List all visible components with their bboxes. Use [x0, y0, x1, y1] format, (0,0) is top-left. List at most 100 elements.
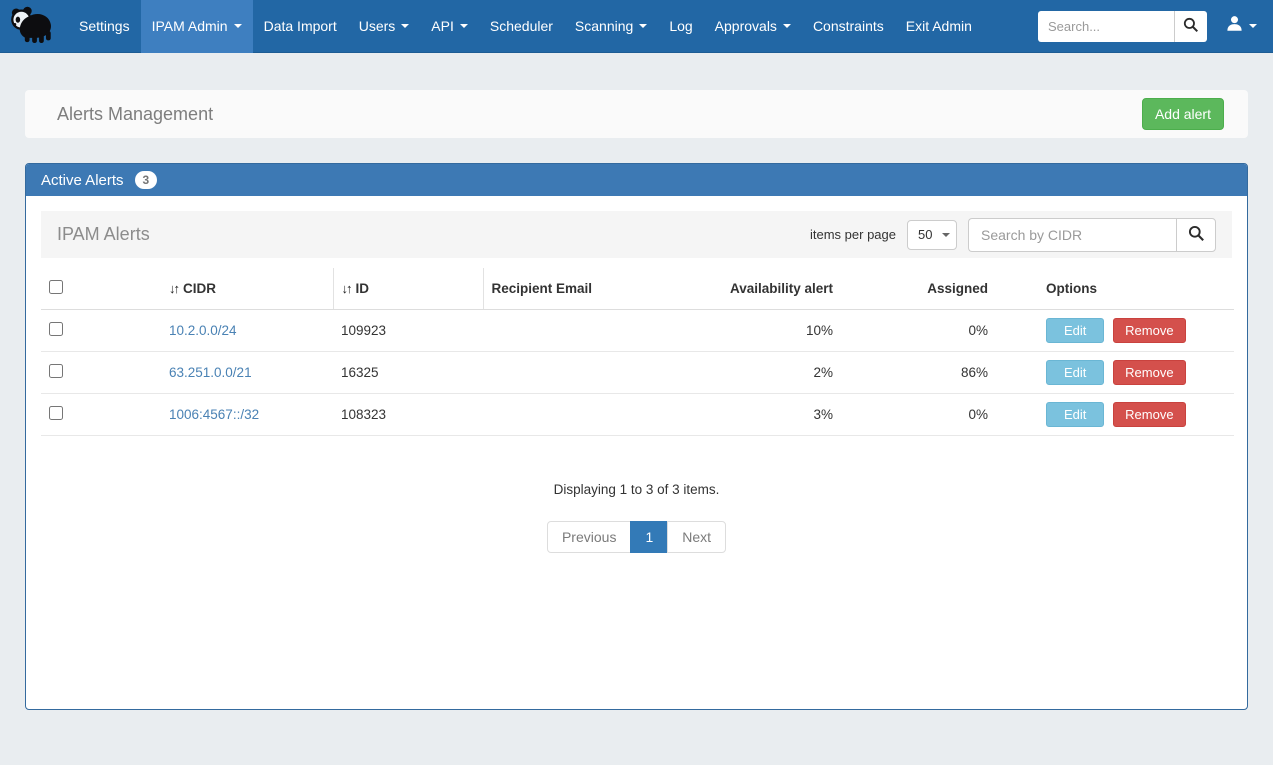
row-checkbox[interactable] — [49, 322, 63, 336]
alert-count-badge: 3 — [135, 171, 158, 189]
select-all-header — [41, 268, 161, 310]
user-icon — [1226, 15, 1243, 37]
cidr-search-button[interactable] — [1176, 218, 1216, 252]
items-per-page-select[interactable]: 50 — [907, 220, 957, 250]
col-options-header: Options — [996, 268, 1234, 310]
cidr-cell: 10.2.0.0/24 — [161, 310, 333, 352]
table-header-row: ↓↑CIDR ↓↑ID Recipient Email Availability… — [41, 268, 1234, 310]
cidr-link[interactable]: 63.251.0.0/21 — [169, 365, 252, 380]
remove-button[interactable]: Remove — [1113, 360, 1185, 385]
active-alerts-panel: Active Alerts 3 IPAM Alerts items per pa… — [25, 163, 1248, 710]
table-heading: IPAM Alerts — [57, 224, 150, 245]
panel-body: IPAM Alerts items per page 50 — [26, 196, 1247, 709]
options-cell: Edit Remove — [996, 310, 1234, 352]
items-per-page-label: items per page — [810, 227, 896, 242]
nav-item-data-import[interactable]: Data Import — [253, 0, 348, 53]
assigned-cell: 0% — [841, 394, 996, 436]
nav-item-ipam-admin[interactable]: IPAM Admin — [141, 0, 253, 53]
table-row: 63.251.0.0/21 16325 2% 86% Edit Remove — [41, 352, 1234, 394]
table-row: 1006:4567::/32 108323 3% 0% Edit Remove — [41, 394, 1234, 436]
options-cell: Edit Remove — [996, 352, 1234, 394]
table-toolbar: IPAM Alerts items per page 50 — [41, 211, 1232, 258]
navbar-right — [1038, 11, 1261, 42]
page-title: Alerts Management — [57, 104, 1142, 125]
caret-down-icon — [401, 24, 409, 28]
remove-button[interactable]: Remove — [1113, 402, 1185, 427]
search-icon — [1183, 17, 1199, 36]
panel-heading: Active Alerts 3 — [26, 164, 1247, 196]
edit-button[interactable]: Edit — [1046, 360, 1104, 385]
add-alert-button[interactable]: Add alert — [1142, 98, 1224, 130]
assigned-cell: 0% — [841, 310, 996, 352]
cidr-link[interactable]: 1006:4567::/32 — [169, 407, 259, 422]
results-summary: Displaying 1 to 3 of 3 items. — [41, 482, 1232, 497]
nav-item-users[interactable]: Users — [348, 0, 421, 53]
caret-down-icon — [234, 24, 242, 28]
alerts-table: ↓↑CIDR ↓↑ID Recipient Email Availability… — [41, 268, 1234, 436]
options-cell: Edit Remove — [996, 394, 1234, 436]
col-cidr-header[interactable]: ↓↑CIDR — [161, 268, 333, 310]
edit-button[interactable]: Edit — [1046, 402, 1104, 427]
col-assigned-header: Assigned — [841, 268, 996, 310]
panda-logo-icon — [6, 5, 54, 48]
row-checkbox[interactable] — [49, 406, 63, 420]
nav-item-approvals[interactable]: Approvals — [704, 0, 802, 53]
pagination-previous[interactable]: Previous — [547, 521, 631, 553]
main-menu: Settings IPAM Admin Data Import Users AP… — [68, 0, 983, 53]
recipient-email-cell — [483, 310, 693, 352]
nav-item-exit-admin[interactable]: Exit Admin — [895, 0, 983, 53]
assigned-cell: 86% — [841, 352, 996, 394]
availability-cell: 2% — [693, 352, 841, 394]
toolbar-controls: items per page 50 — [810, 218, 1216, 252]
select-all-checkbox[interactable] — [49, 280, 63, 294]
navbar-search-input[interactable] — [1038, 11, 1174, 42]
nav-item-settings[interactable]: Settings — [68, 0, 141, 53]
table-row: 10.2.0.0/24 109923 10% 0% Edit Remove — [41, 310, 1234, 352]
top-navbar: Settings IPAM Admin Data Import Users AP… — [0, 0, 1273, 53]
col-recipient-email-header: Recipient Email — [483, 268, 693, 310]
id-cell: 109923 — [333, 310, 483, 352]
id-cell: 108323 — [333, 394, 483, 436]
nav-item-scheduler[interactable]: Scheduler — [479, 0, 564, 53]
app-logo[interactable] — [6, 6, 56, 46]
nav-item-api[interactable]: API — [420, 0, 479, 53]
id-cell: 16325 — [333, 352, 483, 394]
col-availability-header: Availability alert — [693, 268, 841, 310]
navbar-search — [1038, 11, 1207, 42]
nav-item-scanning[interactable]: Scanning — [564, 0, 658, 53]
nav-item-log[interactable]: Log — [658, 0, 703, 53]
edit-button[interactable]: Edit — [1046, 318, 1104, 343]
cidr-search-group — [968, 218, 1216, 252]
availability-cell: 3% — [693, 394, 841, 436]
user-menu[interactable] — [1222, 15, 1261, 37]
caret-down-icon — [1249, 24, 1257, 28]
pagination: Previous 1 Next — [547, 521, 726, 553]
checkbox-cell — [41, 394, 161, 436]
items-per-page-wrap: 50 — [907, 220, 957, 250]
panel-title: Active Alerts — [41, 172, 124, 189]
col-id-header[interactable]: ↓↑ID — [333, 268, 483, 310]
pagination-page-1[interactable]: 1 — [630, 521, 668, 553]
sort-icon: ↓↑ — [342, 281, 351, 296]
cidr-link[interactable]: 10.2.0.0/24 — [169, 323, 237, 338]
nav-item-constraints[interactable]: Constraints — [802, 0, 895, 53]
checkbox-cell — [41, 352, 161, 394]
caret-down-icon — [460, 24, 468, 28]
cidr-cell: 1006:4567::/32 — [161, 394, 333, 436]
checkbox-cell — [41, 310, 161, 352]
cidr-search-input[interactable] — [968, 218, 1176, 252]
table-footer: Displaying 1 to 3 of 3 items. Previous 1… — [41, 482, 1232, 553]
availability-cell: 10% — [693, 310, 841, 352]
page-header: Alerts Management Add alert — [25, 90, 1248, 138]
navbar-search-button[interactable] — [1174, 11, 1207, 42]
row-checkbox[interactable] — [49, 364, 63, 378]
sort-icon: ↓↑ — [169, 281, 178, 296]
cidr-cell: 63.251.0.0/21 — [161, 352, 333, 394]
caret-down-icon — [783, 24, 791, 28]
pagination-next[interactable]: Next — [667, 521, 726, 553]
remove-button[interactable]: Remove — [1113, 318, 1185, 343]
recipient-email-cell — [483, 352, 693, 394]
search-icon — [1188, 225, 1205, 245]
caret-down-icon — [639, 24, 647, 28]
recipient-email-cell — [483, 394, 693, 436]
